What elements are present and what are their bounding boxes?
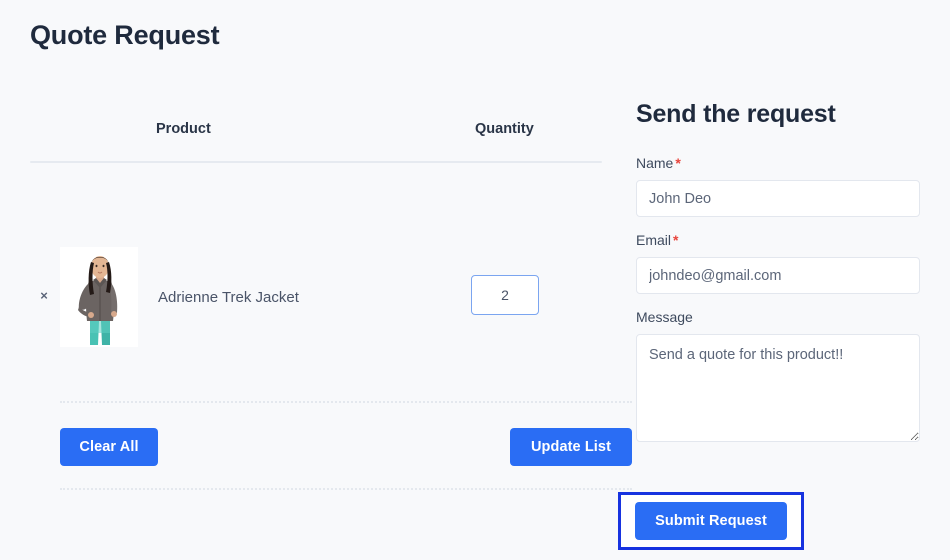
name-field[interactable] [636, 180, 920, 217]
email-field[interactable] [636, 257, 920, 294]
column-header-product: Product [156, 121, 211, 137]
actions-divider-bottom [60, 488, 632, 490]
message-label-text: Message [636, 309, 693, 325]
name-label: Name * [636, 154, 920, 172]
field-name: Name * [636, 154, 920, 217]
actions-divider-top [60, 401, 632, 403]
product-name[interactable]: Adrienne Trek Jacket [158, 288, 299, 308]
list-actions: Clear All Update List [60, 428, 632, 466]
submit-request-button[interactable]: Submit Request [635, 502, 787, 540]
message-label: Message [636, 308, 920, 326]
send-request-form: Send the request Name* Email* Message Su… [618, 98, 920, 550]
email-label-text: Email [636, 232, 672, 248]
update-list-button[interactable]: Update List [510, 428, 632, 466]
quantity-cell [471, 275, 539, 315]
form-title: Send the request [636, 100, 836, 128]
quantity-input[interactable] [471, 275, 539, 315]
column-header-quantity: Quantity [475, 121, 534, 137]
product-thumbnail-image [60, 247, 138, 347]
email-label: Email * [636, 231, 920, 249]
quote-list-table: Product Quantity × Adrienne Trek Jacket … [30, 100, 632, 490]
required-marker: * [675, 155, 681, 171]
submit-focus-ring: Submit Request [618, 492, 804, 550]
remove-item-cell: × [30, 287, 58, 305]
table-header-row: Product Quantity [30, 100, 602, 163]
quote-request-page: Quote Request Product Quantity × Adrienn… [0, 0, 950, 560]
close-icon[interactable]: × [40, 289, 48, 303]
message-field[interactable] [636, 334, 920, 442]
field-email: Email * [636, 231, 920, 294]
required-marker: * [673, 232, 679, 248]
name-label-text: Name [636, 155, 674, 171]
page-title: Quote Request [30, 20, 220, 50]
table-row: × Adrienne Trek Jacket 2 [30, 162, 602, 347]
clear-all-button[interactable]: Clear All [60, 428, 158, 466]
field-message: Message [636, 308, 920, 442]
product-thumbnail[interactable] [60, 247, 138, 347]
